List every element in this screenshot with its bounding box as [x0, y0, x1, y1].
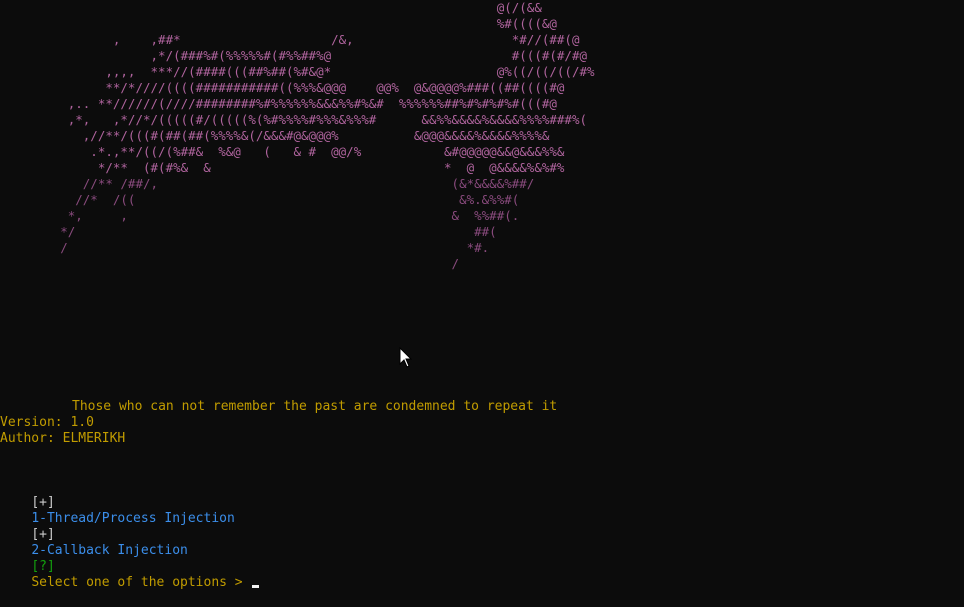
ascii-art-line: / — [0, 256, 460, 271]
ascii-art-line: %#((((&@ — [0, 16, 557, 31]
ascii-art-line: / *#. — [0, 240, 490, 255]
ascii-art-line: ,//**/(((#(##(##(%%%%&(/&&&#@&@@@% &@@@&… — [0, 128, 550, 143]
menu-option-callback-injection[interactable]: [+] 2-Callback Injection — [0, 511, 188, 558]
text-cursor[interactable] — [252, 585, 260, 588]
ascii-art-line: */ ##( — [0, 224, 497, 239]
ascii-art-line: , ,##* /&, *#//(##(@ — [0, 32, 580, 47]
ascii-art-line: **/*////((((###########((%%%&@@@ @@% @&@… — [0, 80, 565, 95]
option-bracket: [+] — [31, 495, 55, 510]
ascii-art-line: @(/(&& — [0, 0, 542, 15]
ascii-art-line: *, , & %%##(. — [0, 208, 520, 223]
prompt-bracket: [?] — [31, 559, 55, 574]
ascii-art-line: ,*, ,*//*/(((((#/(((((%(%#%%%%#%%%&%%%# … — [0, 112, 587, 127]
ascii-art-line: //** /##/, (&*&&&&%##/ — [0, 176, 535, 191]
ascii-art-line: ,*/(###%#(%%%%%#(#%%##%@ #(((#(#/#@ — [0, 48, 588, 63]
option-bracket: [+] — [31, 527, 55, 542]
ascii-art-line: .*.,**/((/(%##& %&@ ( & # @@/% &#@@@@@&&… — [0, 144, 565, 159]
input-prompt[interactable]: [?] Select one of the options > — [0, 543, 260, 590]
menu-option-thread-process-injection[interactable]: [+] 1-Thread/Process Injection — [0, 479, 235, 526]
version-text: Version: 1.0 — [0, 415, 94, 430]
ascii-art-line: ,.. **//////(////########%#%%%%%%&&&%%#%… — [0, 96, 557, 111]
author-text: Author: ELMERIKH — [0, 431, 126, 446]
terminal-window[interactable]: @(/(&& %#((((&@ , ,##* /&, *#//(##(@ ,*/… — [0, 0, 964, 590]
ascii-art-line: ,,,, ***//(####(((##%##(%#&@* @%((/((/((… — [0, 64, 595, 79]
ascii-art-line: */** (#(#%& & * @ @&&&&%&%#% — [0, 160, 565, 175]
mouse-pointer-icon — [399, 347, 413, 368]
ascii-art-line: //* /(( &%.&%%#( — [0, 192, 520, 207]
quote-text: Those who can not remember the past are … — [72, 399, 558, 414]
prompt-text: Select one of the options > — [31, 575, 251, 590]
